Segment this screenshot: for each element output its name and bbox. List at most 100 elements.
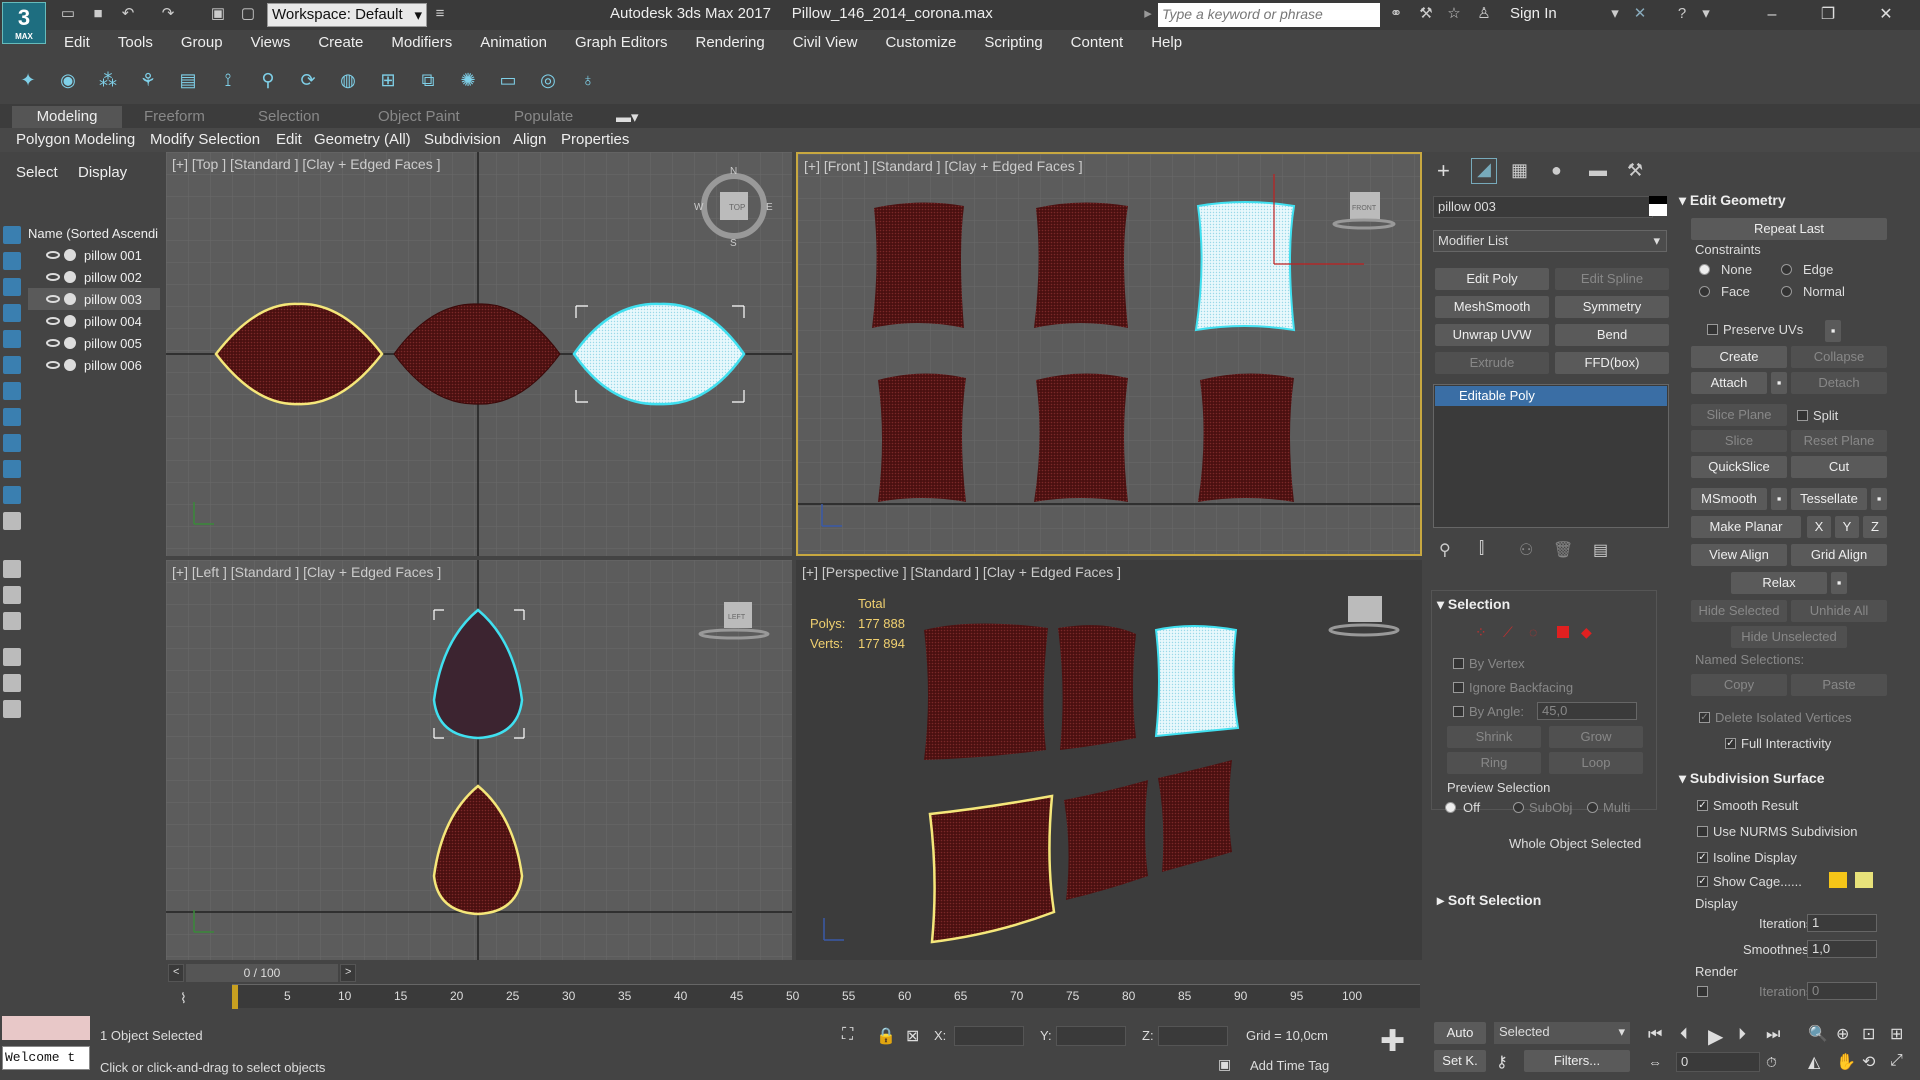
- ribbon-align[interactable]: Align: [513, 131, 546, 148]
- use-nurms-checkbox[interactable]: [1697, 826, 1708, 837]
- menu-rendering[interactable]: Rendering: [681, 30, 778, 56]
- filter-containers-icon[interactable]: [3, 460, 21, 478]
- viewport-perspective[interactable]: [+] [Perspective ] [Standard ] [Clay + E…: [796, 560, 1422, 964]
- pillow-persp-5[interactable]: [1064, 780, 1148, 900]
- subdivision-rollout-header[interactable]: ▾ Subdivision Surface: [1679, 770, 1825, 787]
- edge-icon[interactable]: ⟋: [1503, 624, 1513, 641]
- pillow-front-5[interactable]: [1034, 373, 1128, 502]
- light-bulb-icon[interactable]: ✦: [16, 68, 40, 92]
- table-icon[interactable]: ▤: [176, 68, 200, 92]
- delete-isolated-checkbox[interactable]: ✓: [1699, 712, 1710, 723]
- hide-unselected-button[interactable]: Hide Unselected: [1731, 626, 1847, 648]
- unwrap-uvw-button[interactable]: Unwrap UVW: [1435, 324, 1549, 346]
- create-button[interactable]: Create: [1691, 346, 1787, 368]
- redo-icon[interactable]: ↷: [158, 4, 178, 24]
- render-icon[interactable]: ◍: [336, 68, 360, 92]
- utilities-tab-icon[interactable]: ⚒: [1627, 160, 1643, 181]
- filter-groups-icon[interactable]: [3, 382, 21, 400]
- pillow-front-6[interactable]: [1198, 373, 1294, 502]
- hide-selected-button[interactable]: Hide Selected: [1691, 600, 1787, 622]
- element-icon[interactable]: ◆: [1581, 624, 1592, 641]
- create-tab-icon[interactable]: +: [1437, 158, 1450, 184]
- object-name-field[interactable]: pillow 003: [1433, 196, 1653, 218]
- edit-geometry-rollout-header[interactable]: ▾ Edit Geometry: [1679, 192, 1786, 209]
- tab-display[interactable]: Display: [78, 164, 127, 181]
- modifier-list-dropdown[interactable]: Modifier List ▾: [1433, 230, 1667, 252]
- expand-arrow-icon[interactable]: ▸: [1138, 4, 1158, 24]
- pillow-front-3-selected[interactable]: [1194, 201, 1296, 332]
- menu-tools[interactable]: Tools: [104, 30, 167, 56]
- reset-plane-button[interactable]: Reset Plane: [1791, 430, 1887, 452]
- filter-spacewarps-icon[interactable]: [3, 356, 21, 374]
- filter-xrefs-icon[interactable]: [3, 408, 21, 426]
- rotate-icon[interactable]: ⟳: [296, 68, 320, 92]
- menu-create[interactable]: Create: [304, 30, 377, 56]
- collapse-button[interactable]: Collapse: [1791, 346, 1887, 368]
- time-tag-icon[interactable]: ▣: [1218, 1056, 1231, 1073]
- make-planar-button[interactable]: Make Planar: [1691, 516, 1801, 538]
- list-item-selected[interactable]: pillow 003: [28, 288, 160, 310]
- zoom-extents-icon[interactable]: ⊡: [1862, 1024, 1875, 1044]
- sign-in-button[interactable]: Sign In: [1510, 5, 1557, 22]
- full-interactivity-checkbox[interactable]: ✓: [1725, 738, 1736, 749]
- vertex-icon[interactable]: ⁘: [1475, 624, 1487, 641]
- prev-frame-button[interactable]: <: [168, 964, 184, 982]
- ignore-backfacing-checkbox[interactable]: [1453, 682, 1464, 693]
- polygon-icon[interactable]: [1557, 626, 1569, 638]
- grid-align-button[interactable]: Grid Align: [1791, 544, 1887, 566]
- tab-freeform[interactable]: Freeform: [132, 106, 217, 128]
- tab-populate[interactable]: Populate: [502, 106, 585, 128]
- modifier-stack[interactable]: Editable Poly: [1433, 384, 1669, 528]
- tessellate-settings-icon[interactable]: ▪: [1871, 488, 1887, 510]
- show-cage-checkbox[interactable]: ✓: [1697, 876, 1708, 887]
- select-region-icon[interactable]: ⚘: [136, 68, 160, 92]
- angle-spinner[interactable]: 45,0: [1537, 702, 1637, 720]
- tab-selection[interactable]: Selection: [246, 106, 332, 128]
- meshsmooth-button[interactable]: MeshSmooth: [1435, 296, 1549, 318]
- zoom-all-icon[interactable]: ⊕: [1836, 1024, 1849, 1044]
- x-coordinate-field[interactable]: [954, 1026, 1024, 1046]
- attach-button[interactable]: Attach: [1691, 372, 1767, 394]
- viewport-left[interactable]: LEFT [+] [Left ] [Standard ] [Clay + Edg…: [166, 560, 792, 964]
- ribbon-modify-selection[interactable]: Modify Selection: [150, 131, 260, 148]
- viewport-left-label[interactable]: [+] [Left ] [Standard ] [Clay + Edged Fa…: [172, 564, 441, 580]
- ribbon-geometry-all[interactable]: Geometry (All): [314, 131, 411, 148]
- orbit-icon[interactable]: ⟲: [1862, 1052, 1875, 1072]
- filter-shapes-icon[interactable]: [3, 252, 21, 270]
- current-frame-field[interactable]: 0: [1676, 1052, 1760, 1072]
- chevron-down-icon[interactable]: ▾: [1696, 4, 1716, 24]
- viewport-perspective-label[interactable]: [+] [Perspective ] [Standard ] [Clay + E…: [802, 564, 1121, 580]
- render-iterations-checkbox[interactable]: [1697, 986, 1708, 997]
- msmooth-settings-icon[interactable]: ▪: [1771, 488, 1787, 510]
- repeat-last-button[interactable]: Repeat Last: [1691, 218, 1887, 240]
- field-of-view-icon[interactable]: ◭: [1808, 1052, 1820, 1072]
- msmooth-button[interactable]: MSmooth: [1691, 488, 1767, 510]
- list-item[interactable]: pillow 006: [28, 354, 160, 376]
- freeze-icon[interactable]: [64, 293, 76, 305]
- eye-icon[interactable]: [46, 273, 60, 281]
- filter-lights-icon[interactable]: [3, 278, 21, 296]
- list-item[interactable]: pillow 002: [28, 266, 160, 288]
- tessellate-button[interactable]: Tessellate: [1791, 488, 1867, 510]
- menu-toggle-icon[interactable]: ≡: [430, 4, 450, 24]
- menu-customize[interactable]: Customize: [871, 30, 970, 56]
- soft-selection-rollout-header[interactable]: ▸ Soft Selection: [1437, 892, 1541, 909]
- menu-modifiers[interactable]: Modifiers: [377, 30, 466, 56]
- select-icon[interactable]: ◉: [56, 68, 80, 92]
- freeze-icon[interactable]: [64, 271, 76, 283]
- menu-civil-view[interactable]: Civil View: [779, 30, 872, 56]
- tab-select[interactable]: Select: [16, 164, 58, 181]
- workspace-dropdown[interactable]: Workspace: Default ▾: [267, 3, 427, 27]
- star-icon[interactable]: ☆: [1444, 4, 1464, 24]
- ribbon-properties[interactable]: Properties: [561, 131, 629, 148]
- search-input[interactable]: Type a keyword or phrase: [1158, 3, 1380, 27]
- ffd-box-button[interactable]: FFD(box): [1555, 352, 1669, 374]
- list-item[interactable]: pillow 005: [28, 332, 160, 354]
- smoothness-spinner[interactable]: 1,0: [1807, 940, 1877, 958]
- select-name-icon[interactable]: ⁂: [96, 68, 120, 92]
- help-icon[interactable]: ?: [1672, 4, 1692, 24]
- key-mode-toggle-icon[interactable]: ⇔: [1648, 1054, 1662, 1070]
- menu-animation[interactable]: Animation: [466, 30, 561, 56]
- filter-bones-icon[interactable]: [3, 434, 21, 452]
- eye-icon[interactable]: [46, 339, 60, 347]
